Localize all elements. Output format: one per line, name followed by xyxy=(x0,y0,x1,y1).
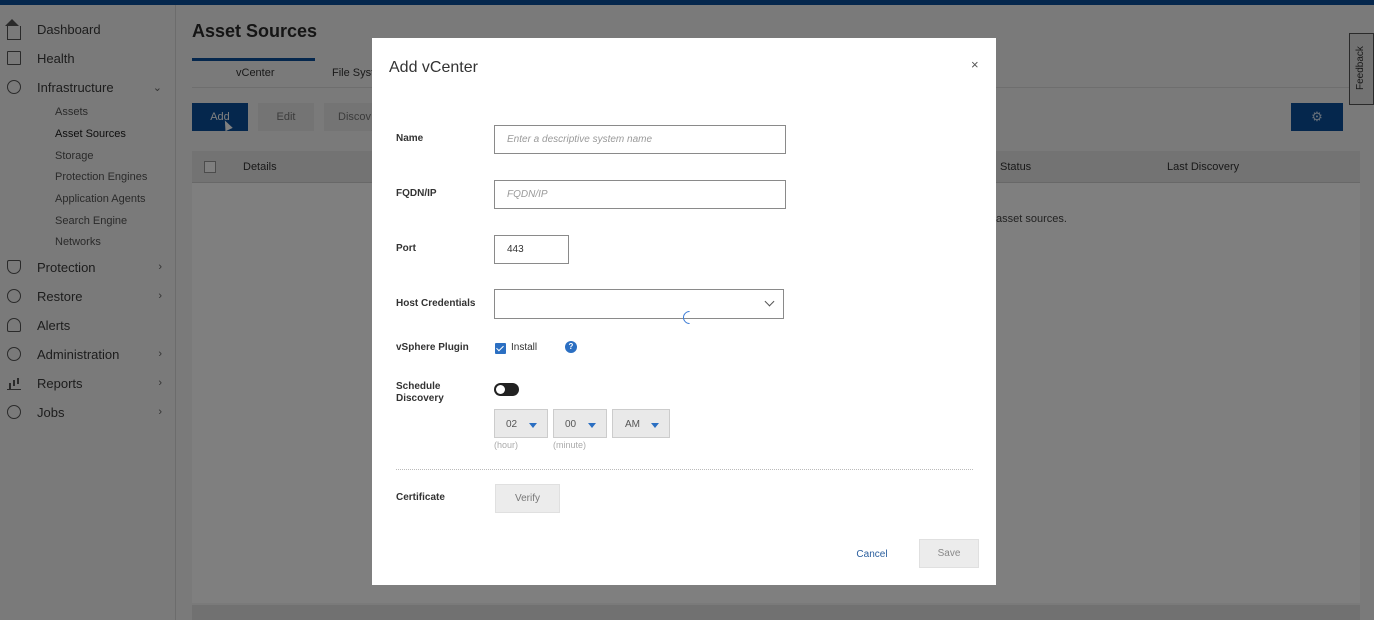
info-icon[interactable]: ? xyxy=(565,341,577,353)
caret-down-icon xyxy=(651,423,659,428)
fqdn-label: FQDN/IP xyxy=(396,188,437,199)
schedule-label-line2: Discovery xyxy=(396,393,444,404)
hour-hint: (hour) xyxy=(494,440,519,450)
hour-select[interactable]: 02 xyxy=(494,409,548,438)
minute-hint: (minute) xyxy=(553,440,587,450)
ampm-value: AM xyxy=(625,419,640,430)
host-credentials-label: Host Credentials xyxy=(396,298,476,309)
caret-down-icon xyxy=(529,423,537,428)
chevron-down-icon xyxy=(764,296,775,307)
vsphere-plugin-label: vSphere Plugin xyxy=(396,342,469,353)
schedule-discovery-toggle[interactable] xyxy=(494,383,519,396)
name-label: Name xyxy=(396,133,424,144)
minute-value: 00 xyxy=(565,419,577,430)
caret-down-icon xyxy=(588,423,596,428)
host-credentials-select[interactable] xyxy=(494,289,784,319)
hour-value: 02 xyxy=(506,419,518,430)
section-divider xyxy=(396,469,973,470)
install-label: Install xyxy=(511,342,538,353)
port-input[interactable] xyxy=(494,235,569,264)
minute-select[interactable]: 00 xyxy=(553,409,607,438)
name-input[interactable] xyxy=(494,125,786,154)
schedule-label-line1: Schedule xyxy=(396,381,441,392)
ampm-select[interactable]: AM xyxy=(612,409,670,438)
save-button[interactable]: Save xyxy=(919,539,979,568)
verify-button[interactable]: Verify xyxy=(495,484,560,513)
cancel-button[interactable]: Cancel xyxy=(842,541,902,569)
port-label: Port xyxy=(396,243,416,254)
add-vcenter-dialog: Add vCenter × Name FQDN/IP Port Host Cre… xyxy=(372,38,996,585)
close-icon[interactable]: × xyxy=(971,57,979,72)
install-checkbox[interactable] xyxy=(495,343,506,354)
certificate-label: Certificate xyxy=(396,492,445,503)
fqdn-input[interactable] xyxy=(494,180,786,209)
dialog-title: Add vCenter xyxy=(389,59,478,76)
